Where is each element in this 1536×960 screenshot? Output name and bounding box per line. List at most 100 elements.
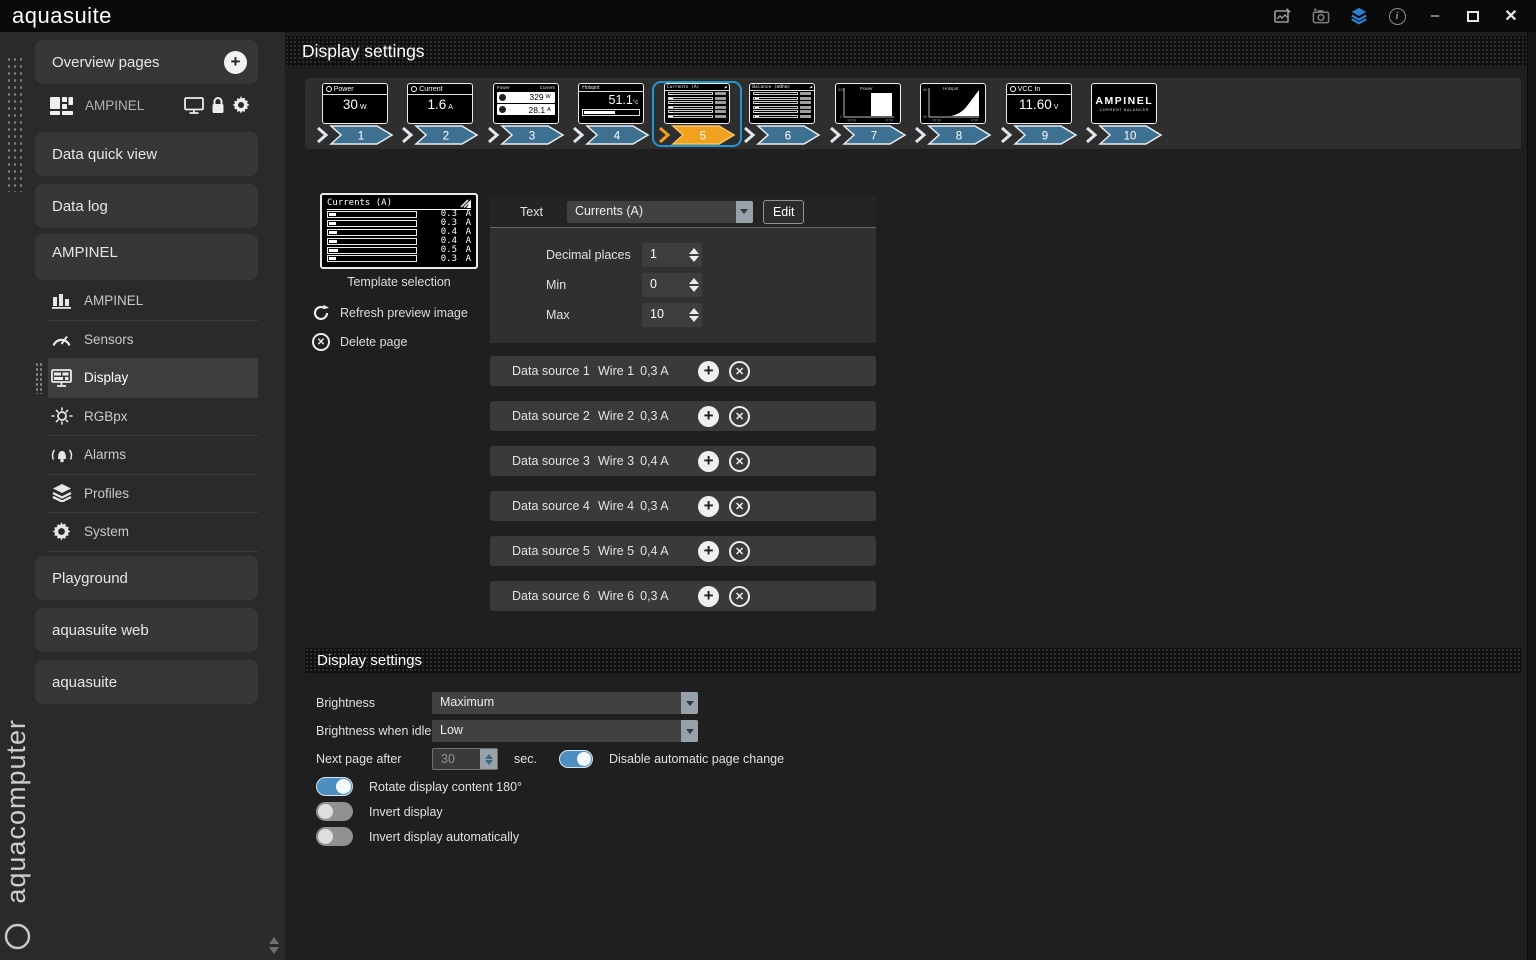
sidebar-item-ampinel-group[interactable]: AMPINEL xyxy=(35,234,258,280)
text-source-dropdown[interactable]: Currents (A) xyxy=(567,201,753,223)
clear-data-source-icon[interactable]: ✕ xyxy=(729,361,750,382)
delete-page-button[interactable]: ✕ Delete page xyxy=(312,333,407,351)
disable-auto-page-toggle[interactable] xyxy=(559,750,593,768)
sidebar-item-rgbpx[interactable]: RGBpx xyxy=(48,398,258,437)
display-page-2[interactable]: Current 1.6A 2 xyxy=(398,83,484,145)
display-page-1[interactable]: Power 30W 1 xyxy=(312,83,398,145)
add-data-source-icon[interactable]: + xyxy=(698,541,719,562)
display-page-6[interactable]: Balance (mOhm)◢ 6 xyxy=(740,83,826,145)
maximize-button[interactable] xyxy=(1464,7,1482,25)
sidebar-item-sensors[interactable]: Sensors xyxy=(48,321,258,360)
rotate-display-toggle[interactable] xyxy=(316,777,353,796)
info-icon[interactable]: i xyxy=(1388,7,1406,25)
screenshot-camera-icon[interactable] xyxy=(1312,7,1330,25)
scroll-up-icon[interactable] xyxy=(269,937,279,944)
spin-up-icon[interactable] xyxy=(485,754,493,759)
display-page-10[interactable]: AMPINEL CURRENT BALANCER 10 xyxy=(1082,83,1168,145)
brightness-idle-label: Brightness when idle xyxy=(316,724,432,738)
add-data-source-icon[interactable]: + xyxy=(698,406,719,427)
gear-icon[interactable] xyxy=(232,96,250,114)
spin-down-icon[interactable] xyxy=(485,760,493,765)
dropdown-arrow-icon[interactable] xyxy=(736,201,753,223)
clear-data-source-icon[interactable]: ✕ xyxy=(729,406,750,427)
spinner-arrows[interactable] xyxy=(685,273,702,297)
gear-icon xyxy=(52,522,71,541)
spinner-arrows[interactable] xyxy=(480,749,497,769)
rotate-display-label: Rotate display content 180° xyxy=(369,780,522,794)
dashboard-grid-icon xyxy=(50,96,73,115)
profiles-layers-icon[interactable] xyxy=(1350,7,1368,25)
scroll-down-icon[interactable] xyxy=(269,947,279,954)
data-source-row-6: Data source 6 Wire 6 0,3 A + ✕ xyxy=(490,581,876,611)
sidebar-item-aquasuite-web[interactable]: aquasuite web xyxy=(35,608,258,652)
export-image-icon[interactable] xyxy=(1274,7,1292,25)
invert-display-toggle[interactable] xyxy=(316,802,353,821)
sidebar-item-playground[interactable]: Playground xyxy=(35,556,258,600)
page-ribbon: 7 xyxy=(829,125,907,145)
spinner-arrows[interactable] xyxy=(685,243,702,267)
spin-down-icon[interactable] xyxy=(689,316,699,322)
clear-data-source-icon[interactable]: ✕ xyxy=(729,586,750,607)
max-value: 10 xyxy=(642,303,685,327)
decimal-places-input[interactable]: 1 xyxy=(642,243,702,267)
page-8-thumbnail: Hotspot8560-10:000:00 xyxy=(920,83,986,124)
max-input[interactable]: 10 xyxy=(642,303,702,327)
display-page-4[interactable]: Hotspot 51.1°c 4 xyxy=(569,83,655,145)
display-page-8[interactable]: Hotspot8560-10:000:00 8 xyxy=(911,83,997,145)
next-page-seconds-input[interactable]: 30 xyxy=(432,748,498,770)
spin-down-icon[interactable] xyxy=(689,286,699,292)
spin-down-icon[interactable] xyxy=(689,256,699,262)
refresh-preview-button[interactable]: Refresh preview image xyxy=(312,304,468,322)
dropdown-arrow-icon[interactable] xyxy=(681,720,698,742)
dropdown-arrow-icon[interactable] xyxy=(681,692,698,714)
min-label: Min xyxy=(546,278,642,292)
sidebar-item-ampinel-overview[interactable]: AMPINEL xyxy=(50,89,258,121)
section-header-text: Display settings xyxy=(317,652,422,669)
brightness-dropdown[interactable]: Maximum xyxy=(432,692,698,714)
min-value: 0 xyxy=(642,273,685,297)
clear-data-source-icon[interactable]: ✕ xyxy=(729,496,750,517)
edit-button[interactable]: Edit xyxy=(763,200,805,224)
sidebar-item-aquasuite[interactable]: aquasuite xyxy=(35,660,258,704)
layers-icon xyxy=(52,484,72,502)
add-data-source-icon[interactable]: + xyxy=(698,586,719,607)
sidebar-item-profiles[interactable]: Profiles xyxy=(48,475,258,514)
page-number: 8 xyxy=(956,131,962,143)
spin-up-icon[interactable] xyxy=(689,308,699,314)
spin-up-icon[interactable] xyxy=(689,278,699,284)
invert-display-auto-toggle[interactable] xyxy=(316,827,353,846)
svg-text:0:00: 0:00 xyxy=(886,119,893,123)
lock-icon[interactable] xyxy=(211,97,225,114)
data-source-reading: 0,3 A xyxy=(640,499,684,513)
preview-title: Currents (A) xyxy=(327,198,392,208)
spin-up-icon[interactable] xyxy=(689,248,699,254)
clear-data-source-icon[interactable]: ✕ xyxy=(729,541,750,562)
display-page-7[interactable]: Power8000-10:000:00 7 xyxy=(825,83,911,145)
sidebar-scroll-arrows[interactable] xyxy=(269,937,279,954)
add-data-source-icon[interactable]: + xyxy=(698,496,719,517)
brightness-idle-dropdown[interactable]: Low xyxy=(432,720,698,742)
minimize-button[interactable]: – xyxy=(1426,7,1444,25)
sensor-icon xyxy=(411,86,417,92)
page-ribbon: 8 xyxy=(914,125,992,145)
sidebar-item-alarms[interactable]: Alarms xyxy=(48,436,258,475)
add-data-source-icon[interactable]: + xyxy=(698,361,719,382)
spinner-arrows[interactable] xyxy=(685,303,702,327)
sidebar-item-data-log[interactable]: Data log xyxy=(35,184,258,228)
min-input[interactable]: 0 xyxy=(642,273,702,297)
sidebar-item-data-quick-view[interactable]: Data quick view xyxy=(35,132,258,176)
sidebar-item-system[interactable]: System xyxy=(48,513,258,552)
clear-data-source-icon[interactable]: ✕ xyxy=(729,451,750,472)
display-page-5-selected[interactable]: Currents (A)◢ 5 xyxy=(654,83,740,145)
sidebar-item-overview-pages[interactable]: Overview pages + xyxy=(35,40,258,84)
display-page-3[interactable]: PowerCurrent 329W 28.1A 3 xyxy=(483,83,569,145)
close-button[interactable]: ✕ xyxy=(1502,7,1520,25)
monitor-icon[interactable] xyxy=(184,97,204,114)
add-data-source-icon[interactable]: + xyxy=(698,451,719,472)
vertical-scrollbar[interactable] xyxy=(1527,32,1536,960)
data-source-label: Data source 6 xyxy=(512,589,598,603)
sidebar-item-display[interactable]: Display xyxy=(48,359,258,398)
sidebar-item-ampinel-device[interactable]: AMPINEL xyxy=(48,282,258,321)
add-overview-page-button[interactable]: + xyxy=(224,51,247,74)
display-page-9[interactable]: VCC In 11.60V 9 xyxy=(996,83,1082,145)
